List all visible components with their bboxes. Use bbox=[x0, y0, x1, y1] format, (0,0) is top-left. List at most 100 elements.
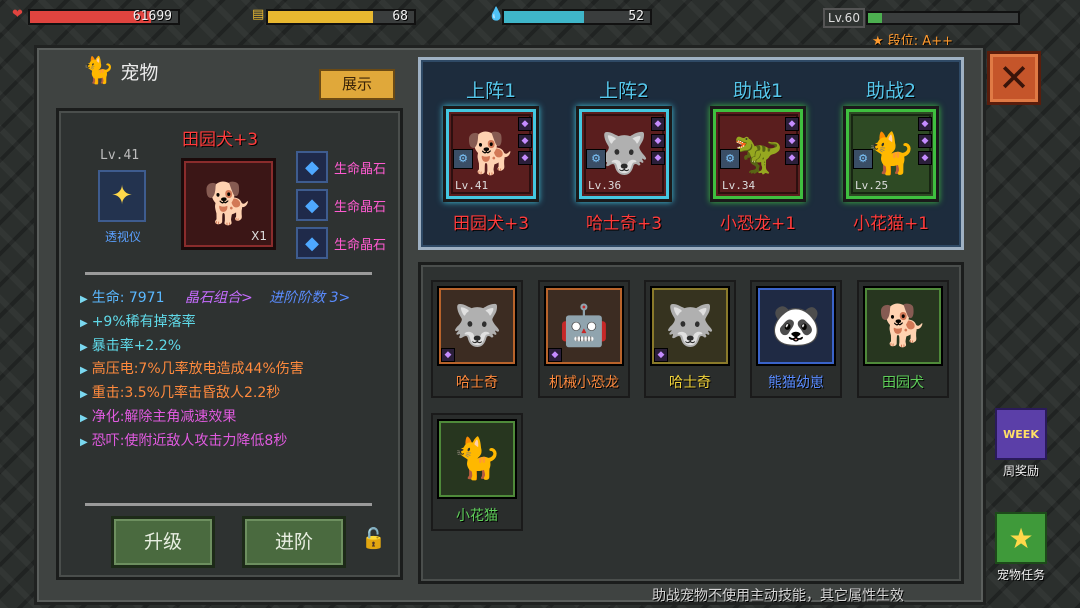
energy-bar-fill bbox=[268, 11, 374, 23]
energy-value: 68 bbox=[392, 9, 408, 24]
energy-icon: ▤ bbox=[252, 7, 265, 22]
water-value: 52 bbox=[628, 9, 644, 24]
skill-badge-icon: ⚙ bbox=[720, 149, 740, 169]
gem-indicators: ◆ ◆ ◆ bbox=[785, 117, 799, 165]
team-slot-card[interactable]: 🦖 ⚙ ◆ ◆ ◆ Lv.34 bbox=[710, 106, 806, 202]
bullet-icon: ▶ bbox=[80, 389, 88, 400]
weekly-badge-text: WEEK bbox=[1003, 427, 1039, 441]
pet-list-name: 熊猫幼崽 bbox=[768, 375, 824, 391]
gem-slot[interactable]: ◆ 生命晶石 bbox=[296, 151, 386, 183]
gem-dot-icon: ◆ bbox=[785, 134, 799, 148]
stat-line: ▶ 恐吓:使附近敌人攻击力降低8秒 bbox=[80, 430, 287, 450]
pet-list-item[interactable]: 🐼 熊猫幼崽 bbox=[750, 280, 842, 398]
weekly-reward-label: 周奖励 bbox=[1002, 464, 1039, 478]
stat-line: ▶ 净化:解除主角减速效果 bbox=[80, 406, 236, 426]
bullet-icon: ▶ bbox=[80, 342, 88, 353]
slot-title: 上阵1 bbox=[465, 80, 517, 102]
bullet-icon: ▶ bbox=[80, 294, 88, 305]
pet-list-item[interactable]: 🐈 小花猫 bbox=[431, 413, 523, 531]
stat-line: ▶ +9%稀有掉落率 bbox=[80, 311, 196, 331]
husky-icon: 🐺 bbox=[452, 303, 502, 349]
panda-icon: 🐼 bbox=[771, 303, 821, 349]
advance-button[interactable]: 进阶 bbox=[242, 516, 346, 568]
bullet-icon: ▶ bbox=[80, 413, 88, 424]
gem-dot-icon: ◆ bbox=[518, 117, 532, 131]
gem-dot-icon: ◆ bbox=[918, 117, 932, 131]
gem-label: 生命晶石 bbox=[334, 199, 387, 215]
pet-task-button[interactable]: ★ 宠物任务 bbox=[990, 512, 1052, 583]
gem-dot-icon: ◆ bbox=[518, 151, 532, 165]
energy-bar: 68 bbox=[266, 9, 416, 25]
gem-dot-icon: ◆ bbox=[785, 117, 799, 131]
slot-title: 上阵2 bbox=[598, 80, 650, 102]
gem-label: 生命晶石 bbox=[334, 237, 387, 253]
team-slot-card[interactable]: 🐕 ⚙ ◆ ◆ ◆ Lv.41 bbox=[443, 106, 539, 202]
hp-value: 61699 bbox=[132, 9, 172, 24]
pet-list-name: 田园犬 bbox=[882, 375, 924, 391]
star-icon: ★ bbox=[1008, 521, 1034, 555]
team-slot-card[interactable]: 🐺 ⚙ ◆ ◆ ◆ Lv.36 bbox=[576, 106, 672, 202]
pet-art: 🐈 bbox=[437, 419, 517, 499]
team-slot-card[interactable]: 🐈 ⚙ ◆ ◆ ◆ Lv.25 bbox=[843, 106, 939, 202]
gem-dot-icon: ◆ bbox=[918, 151, 932, 165]
pet-name: 田园犬+3 bbox=[182, 130, 259, 150]
skill-badge-icon: ⚙ bbox=[853, 149, 873, 169]
pet-list-item[interactable]: 🐺 ◆ 哈士奇 bbox=[644, 280, 736, 398]
player-level: Lv.60 bbox=[823, 8, 865, 28]
bullet-icon: ▶ bbox=[80, 437, 88, 448]
slot-pet-name: 小花猫+1 bbox=[852, 214, 930, 234]
gem-combo-link[interactable]: 晶石组合> bbox=[185, 290, 253, 306]
gem-slot[interactable]: ◆ 生命晶石 bbox=[296, 189, 386, 221]
stat-text: 暴击率+2.2% bbox=[91, 338, 182, 354]
upgrade-button[interactable]: 升级 bbox=[111, 516, 215, 568]
pet-list-item[interactable]: 🤖 ◆ 机械小恐龙 bbox=[538, 280, 630, 398]
pet-portrait[interactable]: 🐕 X1 bbox=[181, 158, 276, 250]
hp-bar: 61699 bbox=[28, 9, 180, 25]
show-button[interactable]: 展示 bbox=[319, 69, 395, 100]
water-bar-fill bbox=[504, 11, 585, 23]
stat-text: 净化:解除主角减速效果 bbox=[91, 409, 237, 425]
stat-line: ▶ 重击:3.5%几率击昏敌人2.2秒 bbox=[80, 382, 280, 402]
crystal-icon: ◆ bbox=[296, 151, 328, 183]
stat-text: 高压电:7%几率放电造成44%伤害 bbox=[91, 361, 304, 377]
gem-dot-icon: ◆ bbox=[785, 151, 799, 165]
panel-title: 宠物 bbox=[120, 61, 159, 84]
weekly-reward-button[interactable]: WEEK 周奖励 bbox=[990, 408, 1052, 479]
pet-list-item[interactable]: 🐕 田园犬 bbox=[857, 280, 949, 398]
skill-badge-icon: ⚙ bbox=[453, 149, 473, 169]
stat-line: ▶ 高压电:7%几率放电造成44%伤害 bbox=[80, 358, 304, 378]
gem-indicators: ◆ ◆ ◆ bbox=[918, 117, 932, 165]
pet-count: X1 bbox=[251, 229, 267, 243]
dog-icon: 🐕 bbox=[203, 181, 254, 227]
stat-line: ▶ 生命: 7971 晶石组合> 进阶阶数 3> bbox=[80, 287, 350, 307]
exp-bar-fill bbox=[868, 13, 882, 23]
slot-pet-name: 田园犬+3 bbox=[452, 214, 530, 234]
gift-icon: ★ bbox=[995, 512, 1047, 564]
stat-line: ▶ 暴击率+2.2% bbox=[80, 335, 181, 355]
gem-slot[interactable]: ◆ 生命晶石 bbox=[296, 227, 386, 259]
xray-device-icon[interactable]: ✦ bbox=[98, 170, 146, 222]
calendar-icon: WEEK bbox=[995, 408, 1047, 460]
pet-list-item[interactable]: 🐺 ◆ 哈士奇 bbox=[431, 280, 523, 398]
close-button[interactable]: ✕ bbox=[987, 51, 1041, 105]
slot-pet-name: 哈士奇+3 bbox=[585, 214, 663, 234]
crystal-icon: ◆ bbox=[296, 227, 328, 259]
divider bbox=[85, 272, 372, 275]
slot-level: Lv.25 bbox=[855, 179, 889, 192]
slot-level: Lv.41 bbox=[455, 179, 489, 192]
advance-level-link[interactable]: 进阶阶数 3> bbox=[269, 290, 350, 306]
robot-dinosaur-icon: 🤖 bbox=[559, 303, 609, 349]
gem-dot-icon: ◆ bbox=[651, 134, 665, 148]
cat-icon: 🐈 bbox=[452, 436, 502, 482]
close-icon: ✕ bbox=[998, 56, 1030, 100]
crystal-icon: ◆ bbox=[296, 189, 328, 221]
unlock-icon[interactable]: 🔓 bbox=[361, 526, 386, 550]
gem-dot-icon: ◆ bbox=[518, 134, 532, 148]
bullet-icon: ▶ bbox=[80, 318, 88, 329]
pet-art: 🐕 bbox=[863, 286, 943, 366]
gem-dot-icon: ◆ bbox=[651, 151, 665, 165]
slot-level: Lv.36 bbox=[588, 179, 622, 192]
husky-icon: 🐺 bbox=[665, 303, 715, 349]
stat-hp: 生命: 7971 bbox=[91, 290, 165, 306]
gem-dot-icon: ◆ bbox=[918, 134, 932, 148]
